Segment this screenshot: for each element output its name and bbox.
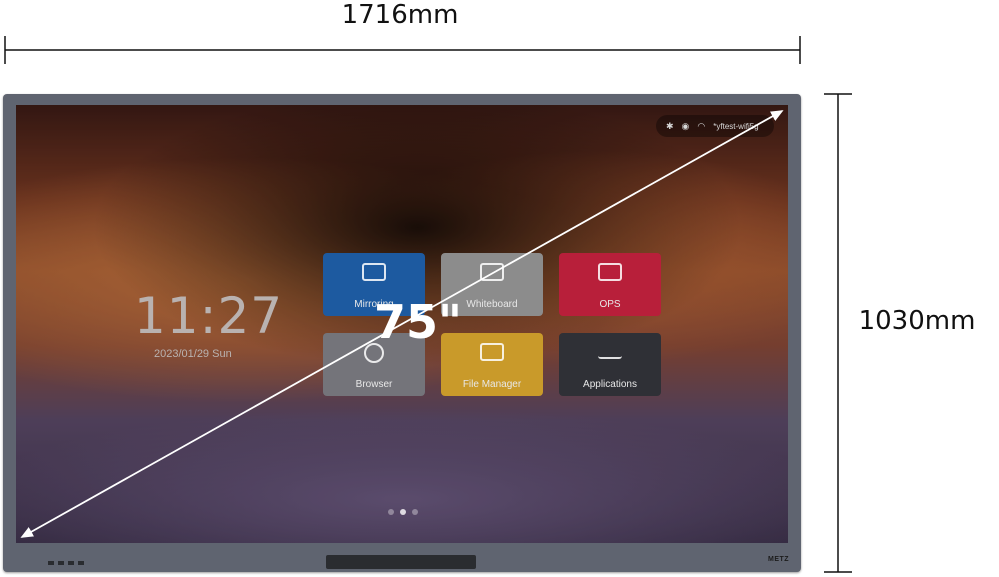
height-dimension-label: 1030mm [858,306,976,336]
port-usb [48,561,54,565]
port-usb [58,561,64,565]
diagonal-size-label: 75" [374,295,462,349]
front-ports [48,561,84,565]
port-usb [68,561,74,565]
brand-logo: METZ [768,556,790,563]
width-dimension-label: 1716mm [341,0,459,30]
front-control-bar[interactable] [326,555,476,569]
port-usb [78,561,84,565]
display-screen: ✱ ◉ ◠ *yftest-wifi5g 11:27 2023/01/29 Su… [16,105,788,543]
